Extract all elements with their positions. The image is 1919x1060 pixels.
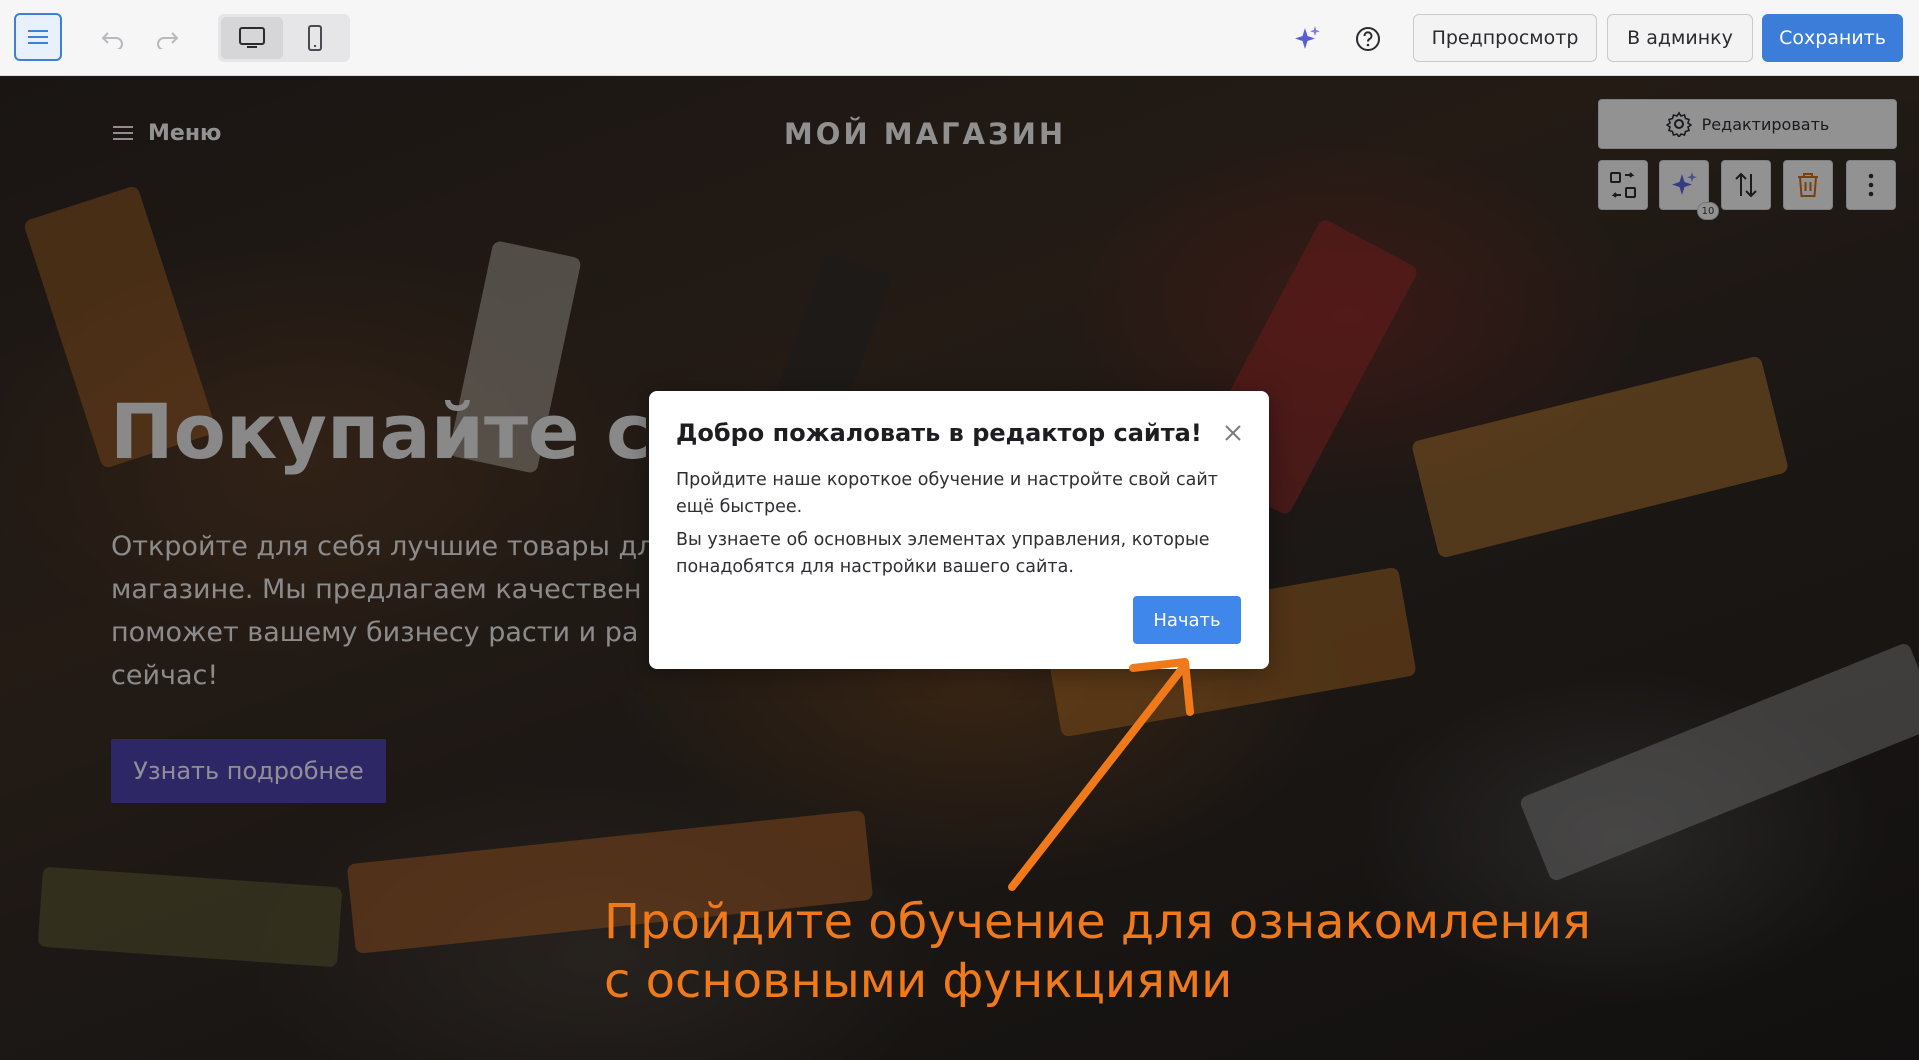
- ai-sparkle-icon[interactable]: [1292, 24, 1322, 54]
- redo-icon: [157, 32, 179, 49]
- dialog-paragraph: Пройдите наше короткое обучение и настро…: [676, 470, 1218, 517]
- device-switcher: [218, 14, 350, 62]
- undo-button[interactable]: [98, 24, 128, 54]
- save-button[interactable]: Сохранить: [1762, 14, 1903, 62]
- start-tutorial-button[interactable]: Начать: [1133, 596, 1241, 644]
- editor-toolbar: Предпросмотр В админку Сохранить: [0, 0, 1919, 76]
- dialog-paragraph: Вы узнаете об основных элементах управле…: [676, 530, 1210, 577]
- close-icon[interactable]: [1221, 421, 1245, 445]
- admin-button[interactable]: В админку: [1607, 14, 1753, 62]
- mobile-icon: [308, 25, 322, 51]
- dialog-title: Добро пожаловать в редактор сайта!: [676, 419, 1202, 447]
- annotation-hint: Пройдите обучение для ознакомления с осн…: [604, 894, 1591, 1009]
- desktop-icon: [239, 27, 265, 48]
- redo-button[interactable]: [152, 24, 182, 54]
- hamburger-icon: [28, 30, 48, 44]
- desktop-view-button[interactable]: [221, 17, 283, 59]
- help-icon[interactable]: [1354, 25, 1382, 53]
- mobile-view-button[interactable]: [284, 17, 346, 59]
- welcome-dialog: Добро пожаловать в редактор сайта! Пройд…: [649, 391, 1269, 669]
- undo-icon: [101, 32, 123, 49]
- preview-button[interactable]: Предпросмотр: [1413, 14, 1597, 62]
- hamburger-menu-button[interactable]: [14, 13, 62, 61]
